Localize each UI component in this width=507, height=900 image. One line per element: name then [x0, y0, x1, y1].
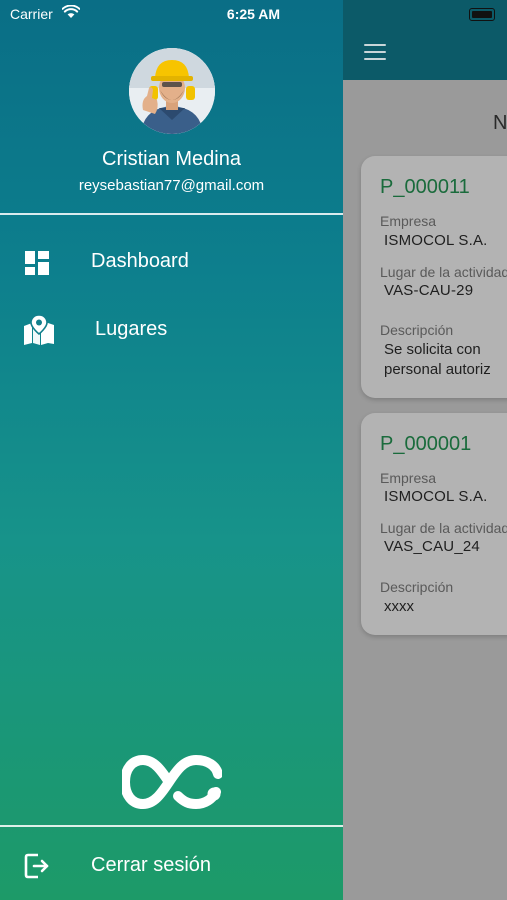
divider	[0, 213, 343, 215]
location-value: VAS-CAU-29	[384, 282, 474, 299]
description-label: Descripción	[380, 579, 454, 595]
status-time: 6:25 AM	[226, 6, 281, 22]
menu-item-label: Lugares	[95, 318, 168, 340]
user-name: Cristian Medina	[102, 148, 241, 170]
menu-item-label: Dashboard	[91, 250, 189, 272]
permit-code: P_000011	[380, 176, 470, 198]
brand-logo	[122, 754, 222, 810]
navigation-drawer: Carrier Cristian Medina reysebastian77@g…	[0, 0, 343, 900]
company-value: ISMOCOL S.A.	[384, 488, 488, 505]
company-value: ISMOCOL S.A.	[384, 232, 488, 249]
description-line: Se solicita con	[384, 341, 481, 358]
company-label: Empresa	[380, 470, 437, 486]
menu-item-lugares[interactable]: Lugares	[0, 304, 343, 356]
logout-label: Cerrar sesión	[91, 854, 212, 876]
description-line: xxxx	[384, 598, 414, 615]
avatar[interactable]	[129, 48, 215, 134]
logout-icon	[24, 853, 49, 879]
location-label: Lugar de la actividad	[380, 520, 507, 536]
user-email: reysebastian77@gmail.com	[78, 177, 265, 194]
menu-icon[interactable]	[364, 44, 386, 60]
menu-item-dashboard[interactable]: Dashboard	[0, 236, 343, 288]
location-value: VAS_CAU_24	[384, 538, 480, 555]
map-pin-icon	[24, 314, 54, 345]
permit-code: P_000001	[380, 433, 472, 455]
page-title: N	[493, 112, 507, 134]
company-label: Empresa	[380, 213, 437, 229]
dashboard-icon	[25, 251, 49, 275]
location-label: Lugar de la actividad	[380, 264, 507, 280]
description-line: personal autoriz	[384, 361, 491, 378]
permit-card[interactable]: P_000001 Empresa ISMOCOL S.A. Lugar de l…	[361, 413, 507, 635]
description-label: Descripción	[380, 322, 454, 338]
logout-button[interactable]: Cerrar sesión	[0, 840, 343, 892]
permit-card[interactable]: P_000011 Empresa ISMOCOL S.A. Lugar de l…	[361, 156, 507, 398]
divider	[0, 825, 343, 827]
